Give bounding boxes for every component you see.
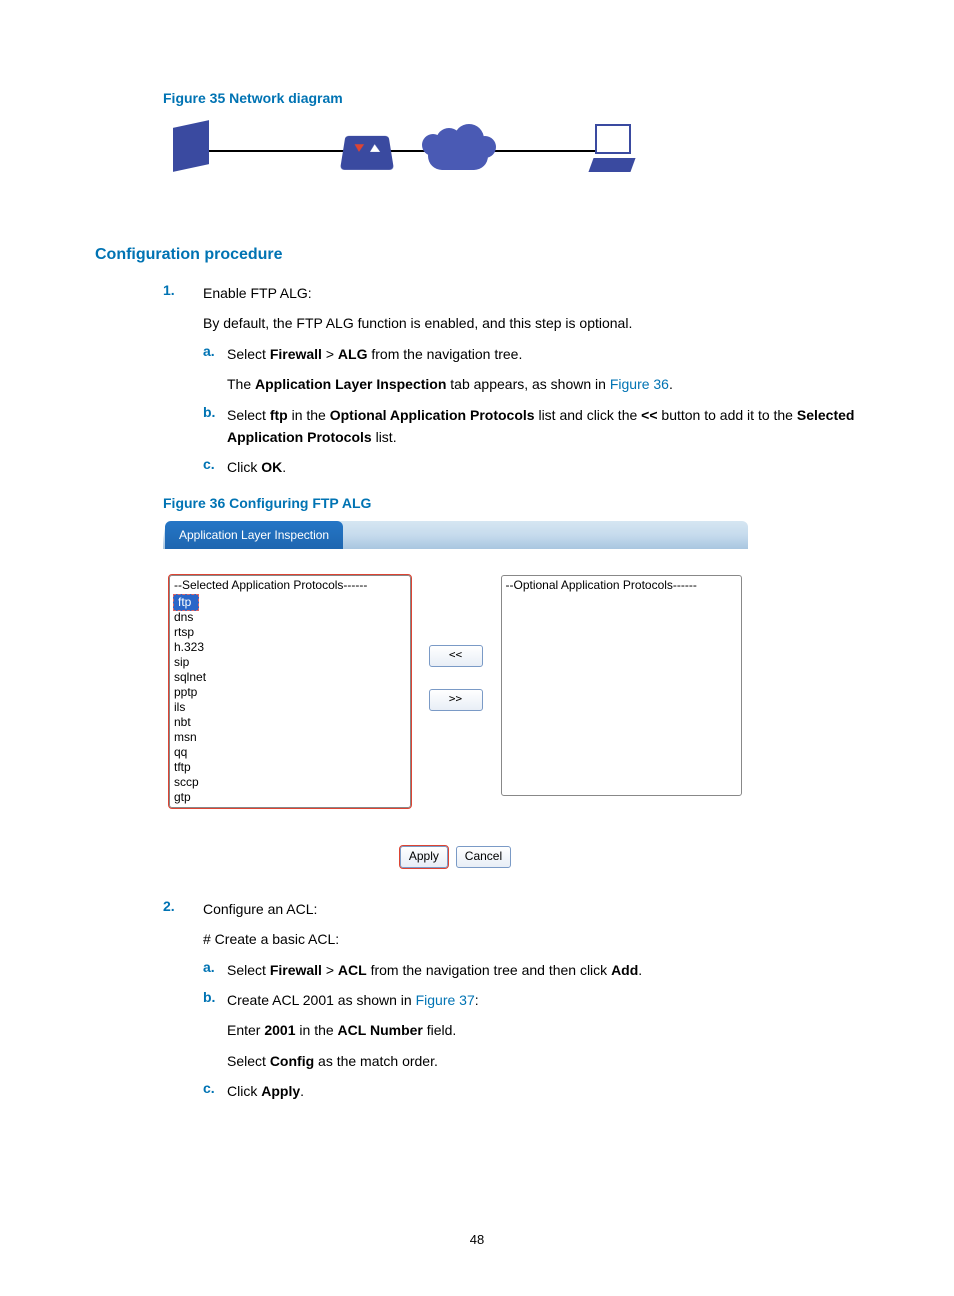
cloud-icon [418, 124, 498, 178]
step-1-title: Enable FTP ALG: [203, 282, 859, 304]
figure-36-caption: Figure 36 Configuring FTP ALG [163, 495, 859, 511]
router-icon [340, 136, 394, 170]
step-2-marker: 2. [163, 898, 203, 920]
page-number: 48 [95, 1232, 859, 1247]
step-1b-text: Select ftp in the Optional Application P… [227, 404, 859, 449]
step-2c-text: Click Apply. [227, 1080, 859, 1102]
list-item[interactable]: nbt [174, 715, 406, 730]
list-item[interactable]: ils [174, 700, 406, 715]
figure-37-link[interactable]: Figure 37 [416, 992, 475, 1008]
optional-protocols-listbox[interactable]: --Optional Application Protocols------ [501, 575, 743, 796]
list-item[interactable]: sccp [174, 775, 406, 790]
section-heading: Configuration procedure [95, 246, 859, 264]
list-item[interactable]: ftp [173, 594, 199, 611]
step-1a-line1: Select Firewall > ALG from the navigatio… [227, 343, 859, 365]
move-right-button[interactable]: >> [429, 689, 483, 711]
step-2c-marker: c. [203, 1080, 227, 1102]
list-item[interactable]: msn [174, 730, 406, 745]
list-item[interactable]: sqlnet [174, 670, 406, 685]
network-diagram [163, 116, 643, 186]
tab-bar: Application Layer Inspection [163, 521, 748, 549]
list-item[interactable]: qq [174, 745, 406, 760]
figure-35-caption: Figure 35 Network diagram [163, 90, 859, 106]
selected-protocols-header: --Selected Application Protocols------ [170, 576, 410, 595]
figure-36-link[interactable]: Figure 36 [610, 376, 669, 392]
tab-application-layer-inspection[interactable]: Application Layer Inspection [165, 521, 343, 549]
step-1-default-note: By default, the FTP ALG function is enab… [203, 312, 859, 334]
list-item[interactable]: pptp [174, 685, 406, 700]
step-2a-marker: a. [203, 959, 227, 981]
step-1a-marker: a. [203, 343, 227, 365]
apply-button[interactable]: Apply [400, 846, 448, 868]
step-2a-text: Select Firewall > ACL from the navigatio… [227, 959, 859, 981]
step-1b-marker: b. [203, 404, 227, 449]
step-1-marker: 1. [163, 282, 203, 304]
list-item[interactable]: tftp [174, 760, 406, 775]
step-2b-line2: Enter 2001 in the ACL Number field. [227, 1019, 859, 1041]
step-2b-marker: b. [203, 989, 227, 1011]
list-item[interactable]: sip [174, 655, 406, 670]
optional-protocols-header: --Optional Application Protocols------ [502, 576, 742, 595]
selected-protocols-listbox[interactable]: --Selected Application Protocols------ f… [169, 575, 411, 808]
list-item[interactable]: rtsp [174, 625, 406, 640]
alg-screenshot: Application Layer Inspection --Selected … [163, 521, 748, 868]
cancel-button[interactable]: Cancel [456, 846, 511, 868]
step-1c-marker: c. [203, 456, 227, 478]
step-2b-line1: Create ACL 2001 as shown in Figure 37: [227, 989, 859, 1011]
step-1a-line2: The Application Layer Inspection tab app… [227, 373, 859, 395]
server-icon [173, 124, 209, 180]
pc-icon [591, 124, 633, 174]
list-item[interactable]: h.323 [174, 640, 406, 655]
step-2-create-note: # Create a basic ACL: [203, 928, 859, 950]
move-left-button[interactable]: << [429, 645, 483, 667]
step-1c-text: Click OK. [227, 456, 859, 478]
list-item[interactable]: gtp [174, 790, 406, 805]
step-2-title: Configure an ACL: [203, 898, 859, 920]
step-2b-line3: Select Config as the match order. [227, 1050, 859, 1072]
list-item[interactable]: dns [174, 610, 406, 625]
